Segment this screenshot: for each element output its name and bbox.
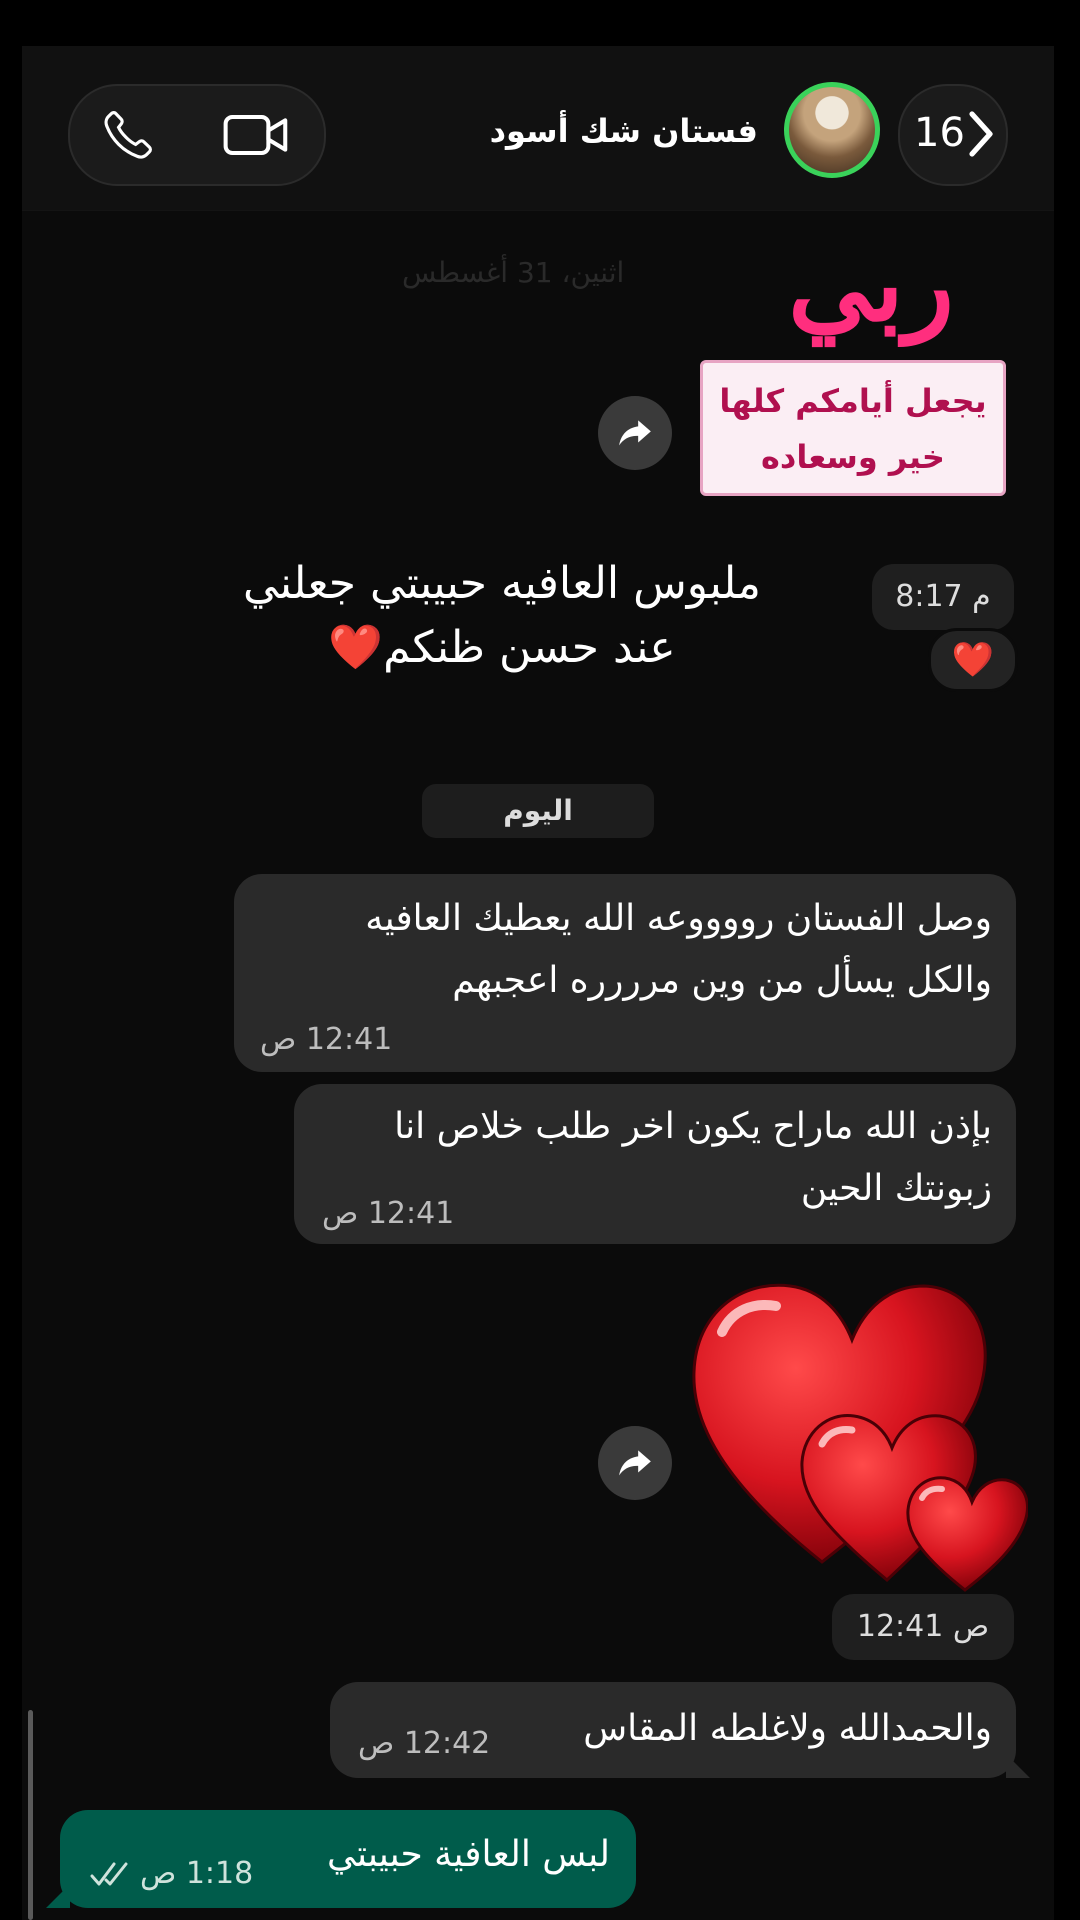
- reaction-heart[interactable]: ❤️: [928, 628, 1018, 692]
- message-bubble[interactable]: وصل الفستان رووووعه الله يعطيك العافيه و…: [234, 874, 1016, 1072]
- message-text-line1: وصل الفستان رووووعه الله يعطيك العافيه: [365, 898, 992, 939]
- sticker-rabbi[interactable]: ربي: [788, 232, 954, 336]
- message-text-line2: زبونتك الحين: [800, 1168, 992, 1209]
- bubble-tail: [46, 1884, 70, 1908]
- share-arrow-icon: [619, 1450, 651, 1476]
- sticker-greeting-card[interactable]: يجعل أيامكم كلها خير وسعاده: [700, 360, 1006, 496]
- unread-count: 16: [914, 110, 965, 156]
- message-time: 12:41 ص: [322, 1196, 455, 1231]
- outgoing-message-bubble[interactable]: لبس العافية حبيبتي 1:18 ص: [46, 1810, 636, 1908]
- sticker-time: 12:41 ص: [832, 1594, 1014, 1660]
- contact-avatar[interactable]: [784, 82, 880, 178]
- message-text-line2: والكل يسأل من وين مرررره اعجبهم: [452, 960, 992, 1001]
- message-bubble[interactable]: بإذن الله ماراح يكون اخر طلب خلاص انا زب…: [294, 1084, 1016, 1244]
- bubble-tail: [1006, 1754, 1030, 1778]
- read-checks-icon: [90, 1862, 128, 1886]
- video-camera-icon[interactable]: [220, 108, 292, 162]
- caption-time: 8:17 م: [872, 564, 1014, 630]
- message-time: 12:41 ص: [260, 1022, 393, 1057]
- message-bubble[interactable]: والحمدالله ولاغلطه المقاس 12:42 ص: [330, 1682, 1030, 1778]
- back-button[interactable]: 16: [898, 84, 1008, 186]
- scroll-indicator[interactable]: [28, 1710, 33, 1920]
- caption-message: ملبوس العافيه حبيبتي جعلني عند حسن ظنكم❤…: [172, 552, 832, 680]
- phone-icon[interactable]: [98, 108, 158, 162]
- chat-header: فستان شك أسود 16: [22, 46, 1054, 211]
- share-arrow-icon: [619, 420, 651, 446]
- date-separator: اليوم: [422, 784, 654, 838]
- message-text-line1: بإذن الله ماراح يكون اخر طلب خلاص انا: [394, 1106, 992, 1147]
- caption-line1: ملبوس العافيه حبيبتي جعلني: [243, 558, 761, 609]
- forward-button[interactable]: [598, 1426, 672, 1500]
- forward-button[interactable]: [598, 396, 672, 470]
- contact-name[interactable]: فستان شك أسود: [490, 112, 758, 150]
- call-actions-pill: [68, 84, 326, 186]
- chat-screen: فستان شك أسود 16 اثنين، 31 أغسطس ربي يجع…: [22, 46, 1054, 1920]
- chevron-icon: [969, 111, 993, 157]
- hearts-sticker[interactable]: [682, 1262, 1028, 1592]
- message-time: 12:42 ص: [358, 1726, 491, 1761]
- outgoing-message-text: لبس العافية حبيبتي: [326, 1834, 610, 1875]
- caption-line2: عند حسن ظنكم❤️: [328, 622, 676, 673]
- outgoing-message-time: 1:18 ص: [140, 1856, 254, 1891]
- sticker-card-line2: خير وسعاده: [761, 438, 945, 476]
- message-text: والحمدالله ولاغلطه المقاس: [583, 1708, 992, 1749]
- faded-date-label: اثنين، 31 أغسطس: [402, 256, 625, 289]
- sticker-card-line1: يجعل أيامكم كلها: [719, 382, 987, 420]
